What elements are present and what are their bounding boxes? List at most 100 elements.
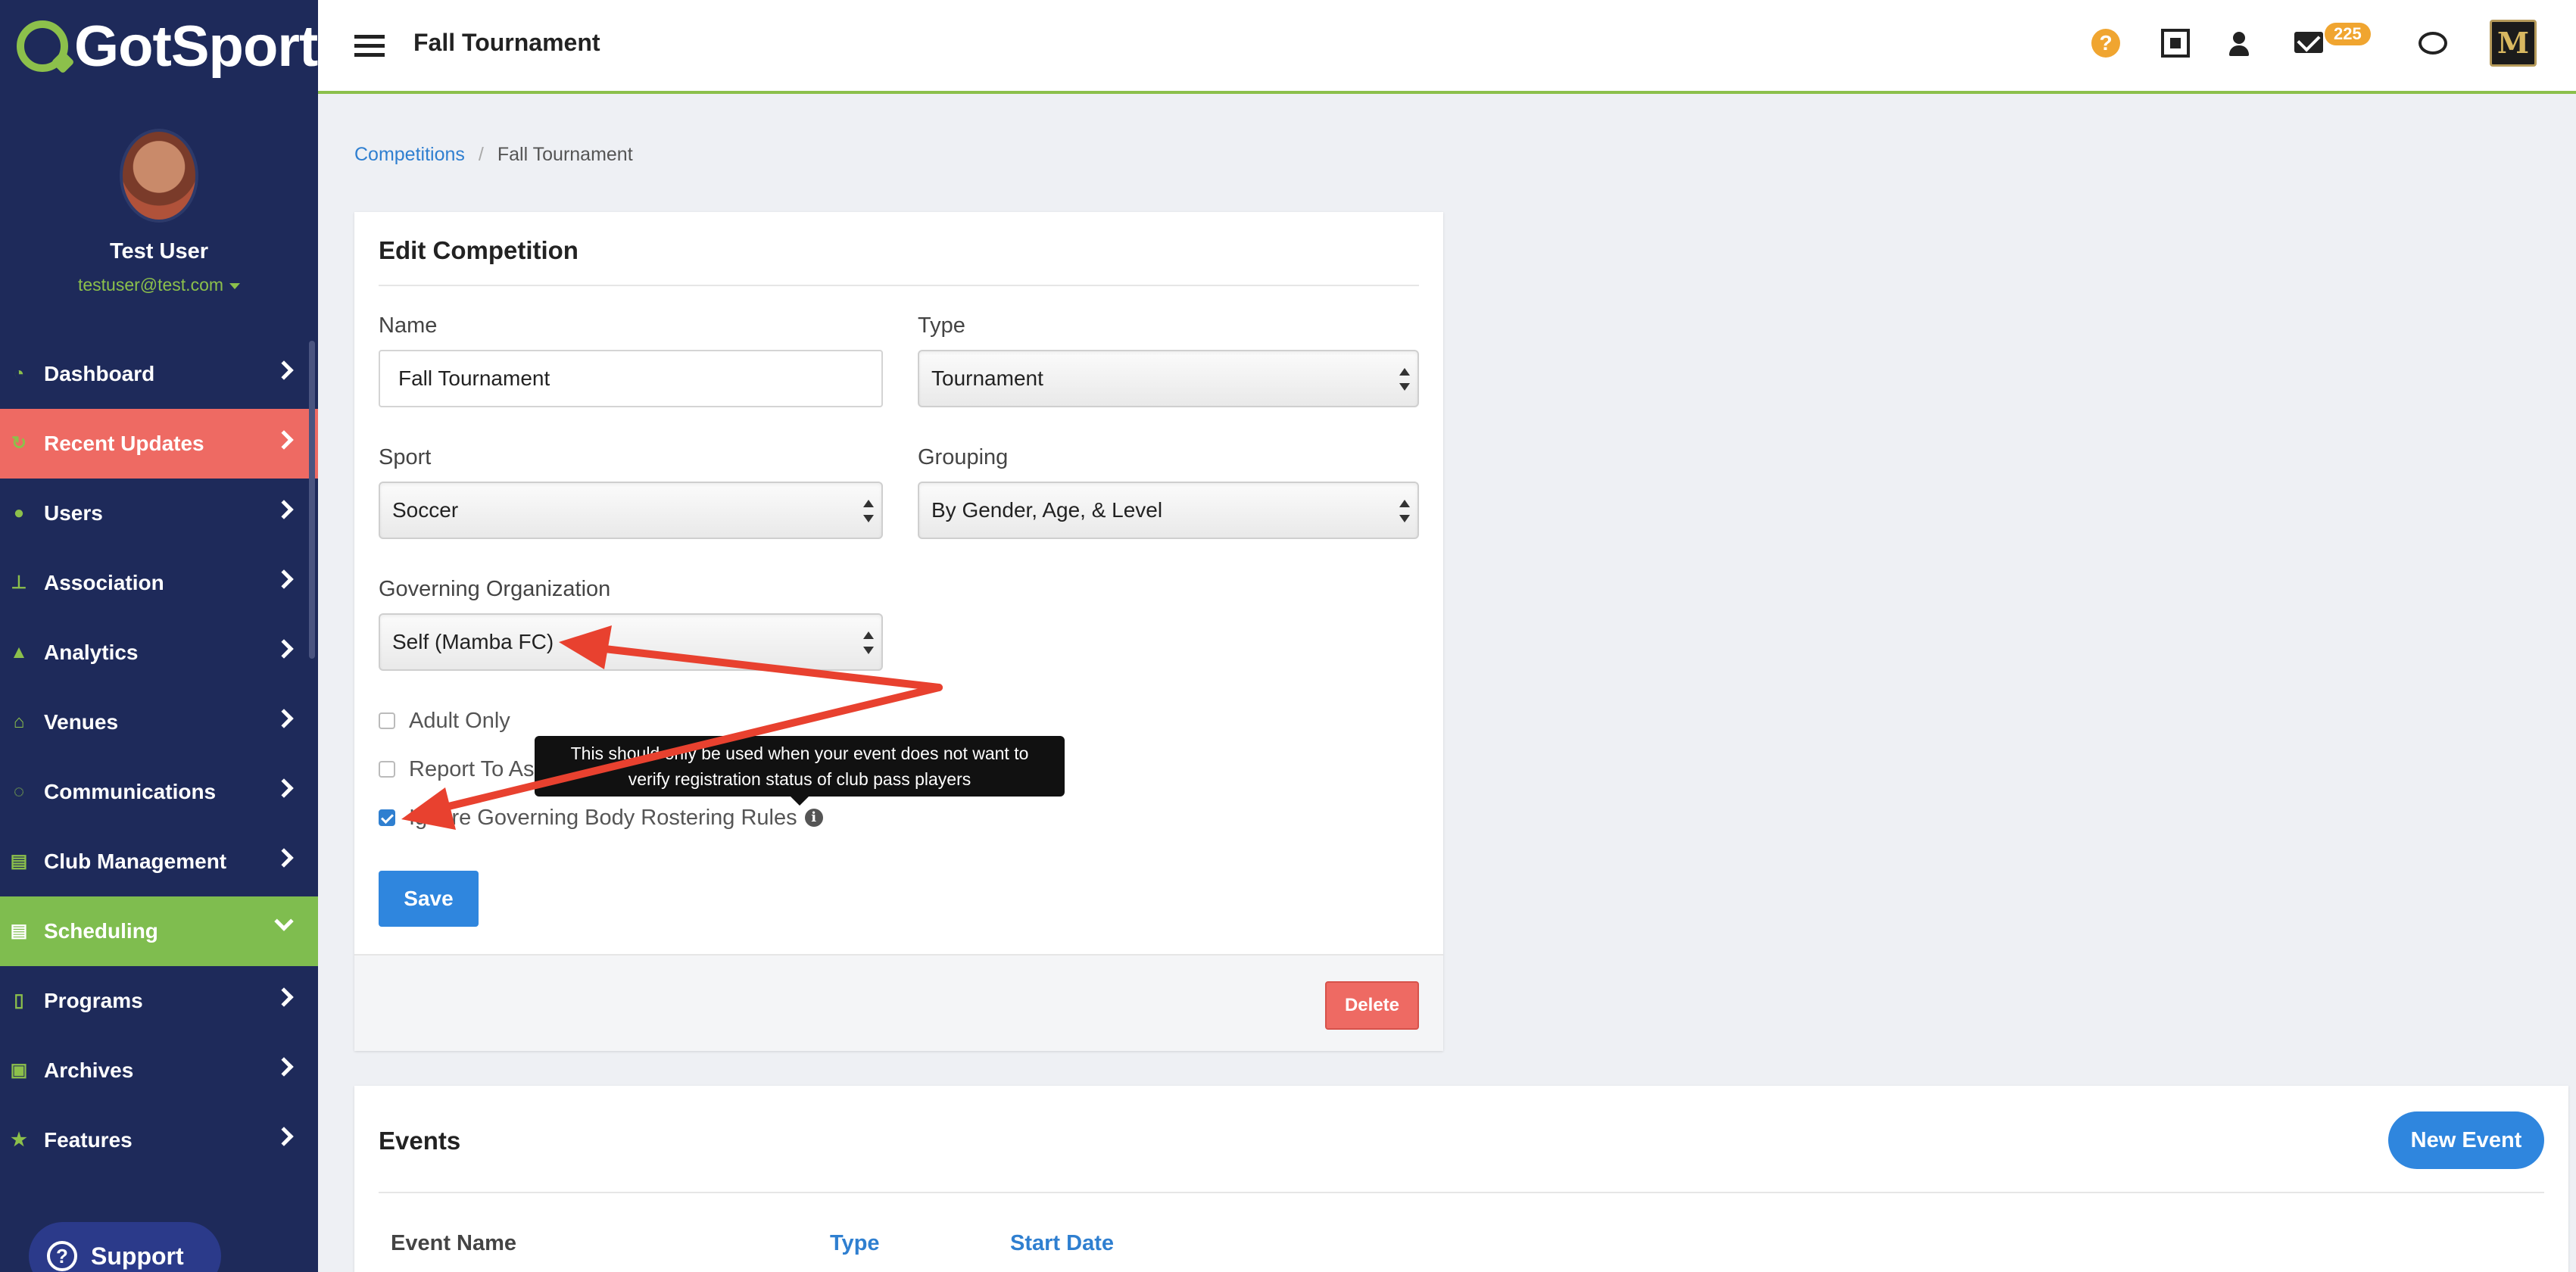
- sidebar-item-label: Archives: [44, 1058, 134, 1082]
- report-to-row: Report To Ass: [379, 754, 545, 784]
- ignore-rules-label: Ignore Governing Body Rostering Rules: [409, 805, 797, 830]
- sport-label: Sport: [379, 445, 432, 469]
- events-panel: Events New Event Event Name Type Start D…: [354, 1086, 2568, 1272]
- help-icon[interactable]: ?: [2091, 29, 2120, 58]
- sidebar-item-archives[interactable]: ▣ Archives: [0, 1036, 318, 1105]
- archive-icon: ▣: [10, 1060, 28, 1080]
- divider: [379, 1192, 2544, 1193]
- user-name: Test User: [109, 239, 209, 263]
- logo[interactable]: GotSport: [0, 0, 318, 92]
- sidebar-item-venues[interactable]: ⌂ Venues: [0, 687, 318, 757]
- sidebar-nav: ◔ Dashboard ↻ Recent Updates ● Users ⊥ A…: [0, 339, 318, 1175]
- chevron-right-icon: [274, 430, 294, 450]
- new-event-button[interactable]: New Event: [2388, 1111, 2544, 1169]
- breadcrumb-current: Fall Tournament: [497, 144, 633, 165]
- avatar[interactable]: [120, 129, 198, 223]
- chevron-right-icon: [274, 360, 294, 380]
- name-label: Name: [379, 313, 438, 338]
- hamburger-menu-icon[interactable]: [354, 35, 385, 58]
- sidebar-item-label: Recent Updates: [44, 432, 204, 455]
- refresh-icon: ↻: [11, 433, 27, 454]
- sidebar-item-association[interactable]: ⊥ Association: [0, 548, 318, 618]
- chat-icon[interactable]: [2419, 32, 2447, 55]
- delete-button[interactable]: Delete: [1325, 981, 1419, 1030]
- adult-only-label: Adult Only: [409, 708, 510, 733]
- sidebar-item-dashboard[interactable]: ◔ Dashboard: [0, 339, 318, 409]
- grouping-select-value: By Gender, Age, & Level: [931, 498, 1163, 522]
- grouping-select[interactable]: By Gender, Age, & Level: [918, 482, 1419, 539]
- dashboard-icon: ◔: [13, 363, 25, 384]
- qr-code-icon[interactable]: [2161, 29, 2190, 58]
- chevron-right-icon: [274, 1057, 294, 1077]
- file-icon: ▯: [14, 990, 24, 1011]
- sidebar-item-scheduling[interactable]: ▤ Scheduling: [0, 896, 318, 966]
- sitemap-icon: ⊥: [11, 572, 27, 593]
- sidebar-item-club-management[interactable]: ▤ Club Management: [0, 827, 318, 896]
- list-icon: ▤: [10, 851, 28, 871]
- users-icon: ●: [13, 503, 25, 523]
- column-header-start-date[interactable]: Start Date: [1010, 1231, 1114, 1256]
- mail-icon[interactable]: [2294, 32, 2323, 53]
- sport-select[interactable]: Soccer: [379, 482, 883, 539]
- select-arrows-icon: [1399, 368, 1410, 391]
- select-arrows-icon: [863, 631, 874, 654]
- support-button[interactable]: ? Support: [29, 1222, 221, 1272]
- tooltip-line-1: This should only be used when your event…: [570, 744, 1029, 763]
- panel-title: Edit Competition: [379, 236, 579, 264]
- sidebar-item-label: Venues: [44, 710, 119, 734]
- report-to-checkbox[interactable]: [379, 761, 395, 778]
- sidebar-item-recent-updates[interactable]: ↻ Recent Updates: [0, 409, 318, 479]
- club-logo-avatar[interactable]: M: [2490, 20, 2537, 67]
- breadcrumb-competitions-link[interactable]: Competitions: [354, 144, 465, 165]
- sidebar-item-label: Dashboard: [44, 362, 155, 385]
- question-icon: ?: [47, 1241, 77, 1271]
- calendar-list-icon: ▤: [10, 921, 28, 941]
- type-select-value: Tournament: [931, 366, 1043, 390]
- home-icon: ⌂: [13, 712, 25, 732]
- sidebar-item-communications[interactable]: ◌ Communications: [0, 757, 318, 827]
- governing-organization-select[interactable]: Self (Mamba FC): [379, 613, 883, 671]
- breadcrumb-separator: /: [478, 144, 484, 165]
- events-title: Events: [379, 1127, 461, 1155]
- page-title: Fall Tournament: [413, 29, 600, 56]
- sidebar-item-programs[interactable]: ▯ Programs: [0, 966, 318, 1036]
- sidebar-item-analytics[interactable]: ▲ Analytics: [0, 618, 318, 687]
- sidebar-scrollbar[interactable]: [309, 341, 315, 659]
- adult-only-checkbox[interactable]: [379, 712, 395, 729]
- column-header-type[interactable]: Type: [830, 1231, 880, 1256]
- chevron-right-icon: [274, 709, 294, 728]
- sidebar-item-users[interactable]: ● Users: [0, 479, 318, 548]
- star-icon: ★: [11, 1130, 27, 1150]
- governing-organization-label: Governing Organization: [379, 577, 611, 601]
- column-header-event-name[interactable]: Event Name: [391, 1231, 516, 1256]
- divider: [379, 285, 1419, 286]
- info-tooltip: This should only be used when your event…: [535, 736, 1065, 806]
- chevron-right-icon: [274, 500, 294, 519]
- user-profile: Test User testuser@test.com: [0, 92, 318, 295]
- sport-select-value: Soccer: [392, 498, 459, 522]
- chevron-right-icon: [274, 848, 294, 868]
- ignore-rules-checkbox[interactable]: [379, 809, 395, 826]
- type-select[interactable]: Tournament: [918, 350, 1419, 407]
- sidebar-item-label: Club Management: [44, 850, 227, 873]
- adult-only-row: Adult Only: [379, 706, 510, 736]
- panel-footer: Delete: [354, 954, 1443, 1051]
- name-input[interactable]: Fall Tournament: [379, 350, 883, 407]
- select-arrows-icon: [1399, 500, 1410, 522]
- sidebar-item-label: Features: [44, 1128, 133, 1152]
- breadcrumb: Competitions / Fall Tournament: [354, 144, 633, 166]
- sidebar-item-label: Association: [44, 571, 164, 594]
- chevron-right-icon: [274, 987, 294, 1007]
- user-icon[interactable]: [2225, 29, 2253, 58]
- save-button[interactable]: Save: [379, 871, 479, 927]
- mail-count-badge: 225: [2325, 23, 2371, 45]
- top-header: Fall Tournament ? 225 M: [318, 0, 2576, 94]
- comments-icon: ◌: [13, 781, 25, 802]
- chevron-right-icon: [274, 639, 294, 659]
- sidebar-item-features[interactable]: ★ Features: [0, 1105, 318, 1175]
- ignore-rules-row: Ignore Governing Body Rostering Rules i: [379, 803, 823, 833]
- user-email-dropdown[interactable]: testuser@test.com: [0, 275, 318, 295]
- logo-text: GotSport: [74, 14, 318, 79]
- select-arrows-icon: [863, 500, 874, 522]
- info-icon[interactable]: i: [804, 809, 823, 827]
